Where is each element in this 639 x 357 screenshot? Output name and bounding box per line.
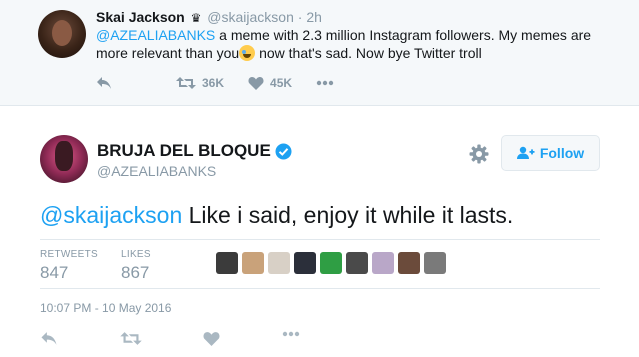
- main-mention-link[interactable]: @skaijackson: [40, 202, 182, 228]
- retweet-icon: [120, 332, 142, 345]
- likes-stat[interactable]: LIKES 867: [121, 249, 151, 283]
- main-avatar[interactable]: [40, 135, 88, 183]
- retweets-count: 847: [40, 263, 69, 282]
- reply-icon: [97, 77, 111, 89]
- follow-button[interactable]: Follow: [501, 135, 600, 171]
- liker-avatar[interactable]: [242, 252, 264, 274]
- parent-like-button[interactable]: 45K: [248, 76, 292, 90]
- liker-avatar[interactable]: [216, 252, 238, 274]
- retweet-icon: [176, 77, 196, 89]
- parent-timestamp[interactable]: 2h: [306, 9, 322, 25]
- parent-tweet-text: @AZEALIABANKS a meme with 2.3 million In…: [96, 26, 616, 62]
- main-like-button[interactable]: [203, 331, 220, 346]
- parent-author-handle[interactable]: @skaijackson: [207, 9, 294, 25]
- liker-avatar[interactable]: [294, 252, 316, 274]
- main-author-name-row[interactable]: BRUJA DEL BLOQUE: [97, 141, 292, 161]
- heart-icon: [248, 77, 264, 90]
- verified-badge-icon: [275, 143, 292, 159]
- parent-actions: 36K 45K: [96, 73, 358, 93]
- add-user-icon: [516, 146, 535, 159]
- main-author-name[interactable]: BRUJA DEL BLOQUE: [97, 141, 271, 161]
- more-dots-icon: [316, 80, 334, 86]
- parent-tweet[interactable]: Skai Jackson ♛ @skaijackson · 2h @AZEALI…: [0, 0, 639, 106]
- main-reply-button[interactable]: [40, 331, 58, 346]
- parent-retweet-count: 36K: [202, 76, 225, 90]
- main-timestamp[interactable]: 10:07 PM - 10 May 2016: [40, 301, 171, 315]
- liker-avatar[interactable]: [346, 252, 368, 274]
- parent-mention-link[interactable]: @AZEALIABANKS: [96, 27, 215, 43]
- parent-like-count: 45K: [270, 76, 293, 90]
- retweets-stat[interactable]: RETWEETS 847: [40, 249, 98, 283]
- main-author-handle[interactable]: @AZEALIABANKS: [97, 163, 216, 179]
- parent-retweet-button[interactable]: 36K: [176, 76, 224, 90]
- parent-header: Skai Jackson ♛ @skaijackson · 2h: [96, 8, 322, 27]
- reply-icon: [41, 332, 57, 345]
- parent-more-button[interactable]: [316, 80, 334, 86]
- liker-avatars: [216, 252, 450, 274]
- liker-avatar[interactable]: [424, 252, 446, 274]
- heart-icon: [203, 332, 220, 346]
- parent-avatar[interactable]: [38, 10, 86, 58]
- parent-text-part2: now that's sad. Now bye Twitter troll: [255, 45, 482, 61]
- liker-avatar[interactable]: [320, 252, 342, 274]
- liker-avatar[interactable]: [372, 252, 394, 274]
- likes-count: 867: [121, 263, 150, 282]
- main-more-button[interactable]: [282, 331, 300, 337]
- separator-dot: ·: [297, 9, 303, 25]
- crown-icon: ♛: [190, 11, 202, 25]
- liker-avatar[interactable]: [268, 252, 290, 274]
- engagement-stats: RETWEETS 847 LIKES 867: [40, 239, 600, 289]
- main-retweet-button[interactable]: [120, 331, 142, 346]
- main-text-body: Like i said, enjoy it while it lasts.: [182, 202, 514, 228]
- retweets-label: RETWEETS: [40, 249, 98, 260]
- likes-label: LIKES: [121, 249, 151, 260]
- parent-author-name[interactable]: Skai Jackson: [96, 9, 185, 25]
- liker-avatar[interactable]: [398, 252, 420, 274]
- follow-label: Follow: [539, 145, 585, 161]
- gear-icon[interactable]: [468, 143, 490, 165]
- main-tweet-text: @skaijackson Like i said, enjoy it while…: [40, 201, 513, 229]
- crying-laughing-emoji-icon: [239, 45, 256, 61]
- parent-reply-button[interactable]: [96, 76, 112, 90]
- more-dots-icon: [282, 331, 300, 337]
